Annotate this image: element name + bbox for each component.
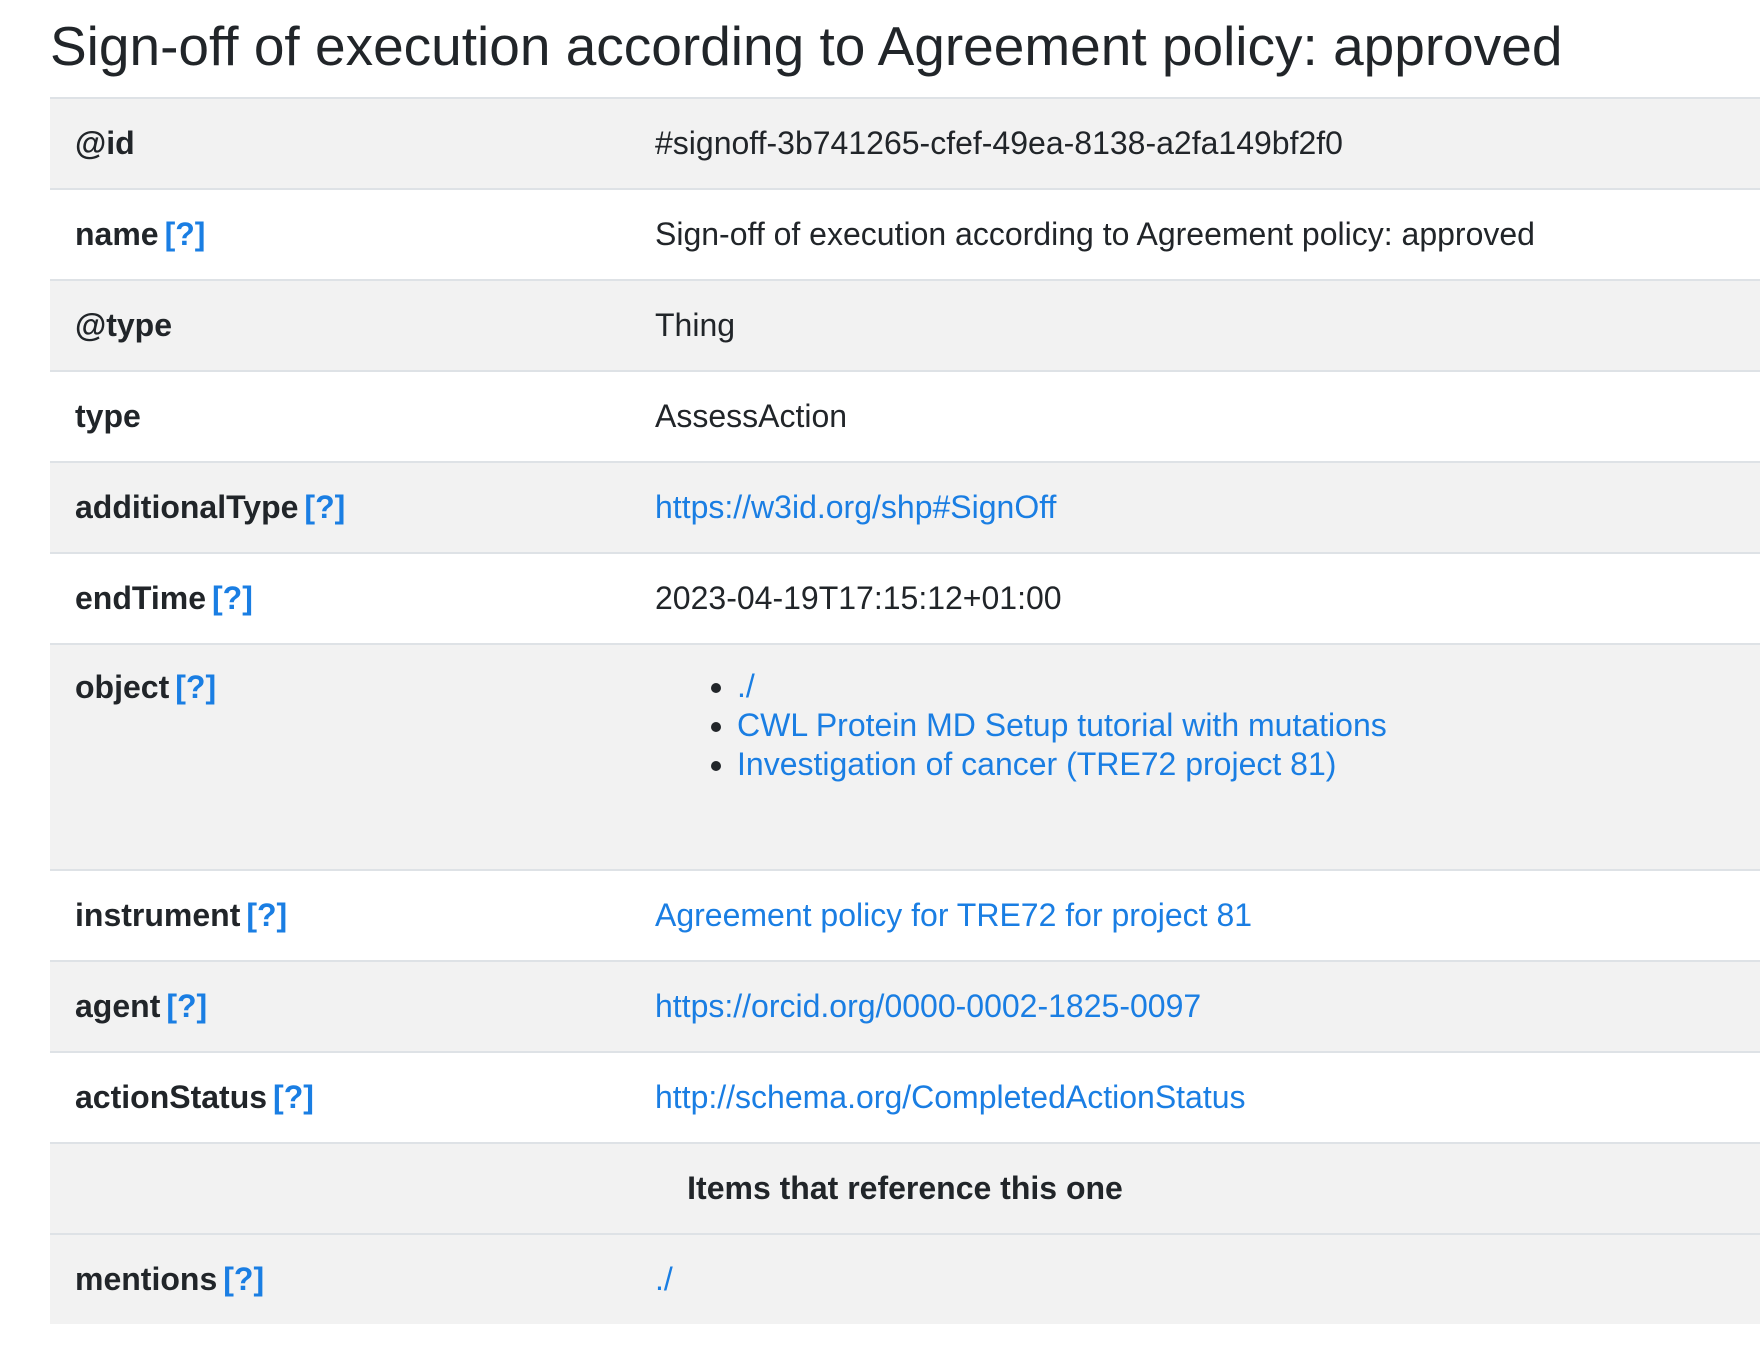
agent-link[interactable]: https://orcid.org/0000-0002-1825-0097 bbox=[655, 988, 1201, 1024]
table-row: type AssessAction bbox=[50, 371, 1760, 462]
property-key-at-type: @type bbox=[75, 307, 172, 343]
object-link-investigation[interactable]: Investigation of cancer (TRE72 project 8… bbox=[737, 746, 1336, 782]
table-row: name [?] Sign-off of execution according … bbox=[50, 189, 1760, 280]
property-key-object: object bbox=[75, 669, 170, 705]
property-key-name: name bbox=[75, 216, 159, 252]
help-link-object[interactable]: [?] bbox=[175, 669, 216, 705]
property-key-action-status: actionStatus bbox=[75, 1079, 268, 1115]
property-key-agent: agent bbox=[75, 988, 161, 1024]
section-heading: Items that reference this one bbox=[687, 1170, 1123, 1206]
properties-table: @id #signoff-3b741265-cfef-49ea-8138-a2f… bbox=[50, 97, 1760, 1324]
additional-type-link[interactable]: https://w3id.org/shp#SignOff bbox=[655, 489, 1056, 525]
property-key-type: type bbox=[75, 398, 141, 434]
table-row: @type Thing bbox=[50, 280, 1760, 371]
help-link-instrument[interactable]: [?] bbox=[246, 897, 287, 933]
table-row: additionalType [?] https://w3id.org/shp#S… bbox=[50, 462, 1760, 553]
property-key-additional-type: additionalType bbox=[75, 489, 299, 525]
action-status-link[interactable]: http://schema.org/CompletedActionStatus bbox=[655, 1079, 1246, 1115]
property-key-mentions: mentions bbox=[75, 1261, 218, 1297]
help-link-end-time[interactable]: [?] bbox=[212, 580, 253, 616]
table-row: endTime [?] 2023-04-19T17:15:12+01:00 bbox=[50, 553, 1760, 644]
object-link-workflow[interactable]: CWL Protein MD Setup tutorial with mutat… bbox=[737, 707, 1387, 743]
property-key-instrument: instrument bbox=[75, 897, 241, 933]
instrument-link[interactable]: Agreement policy for TRE72 for project 8… bbox=[655, 897, 1252, 933]
help-link-additional-type[interactable]: [?] bbox=[304, 489, 345, 525]
page: Sign-off of execution according to Agree… bbox=[50, 0, 1760, 1324]
table-row: instrument [?] Agreement policy for TRE72… bbox=[50, 870, 1760, 961]
help-link-action-status[interactable]: [?] bbox=[273, 1079, 314, 1115]
list-item: Investigation of cancer (TRE72 project 8… bbox=[737, 745, 1735, 784]
property-value-id: #signoff-3b741265-cfef-49ea-8138-a2fa149… bbox=[655, 125, 1343, 161]
table-row: mentions [?] ./ bbox=[50, 1234, 1760, 1324]
property-value-type: AssessAction bbox=[655, 398, 848, 434]
property-key-end-time: endTime bbox=[75, 580, 206, 616]
property-value-at-type: Thing bbox=[655, 307, 736, 343]
table-row: agent [?] https://orcid.org/0000-0002-182… bbox=[50, 961, 1760, 1052]
list-item: CWL Protein MD Setup tutorial with mutat… bbox=[737, 706, 1735, 745]
help-link-agent[interactable]: [?] bbox=[166, 988, 207, 1024]
help-link-mentions[interactable]: [?] bbox=[223, 1261, 264, 1297]
property-value-name: Sign-off of execution according to Agree… bbox=[655, 216, 1535, 252]
table-row: actionStatus [?] http://schema.org/Comple… bbox=[50, 1052, 1760, 1143]
object-link-root[interactable]: ./ bbox=[737, 668, 755, 704]
mentions-link[interactable]: ./ bbox=[655, 1261, 673, 1297]
table-row: object[?] ./ CWL Protein MD Setup tutori… bbox=[50, 644, 1760, 870]
help-link-name[interactable]: [?] bbox=[165, 216, 206, 252]
property-key-id: @id bbox=[75, 125, 135, 161]
page-title: Sign-off of execution according to Agree… bbox=[50, 15, 1563, 77]
list-item: ./ bbox=[737, 667, 1735, 706]
object-list: ./ CWL Protein MD Setup tutorial with mu… bbox=[655, 667, 1735, 784]
property-value-end-time: 2023-04-19T17:15:12+01:00 bbox=[655, 580, 1062, 616]
section-heading-row: Items that reference this one bbox=[50, 1143, 1760, 1234]
table-row: @id #signoff-3b741265-cfef-49ea-8138-a2f… bbox=[50, 98, 1760, 189]
